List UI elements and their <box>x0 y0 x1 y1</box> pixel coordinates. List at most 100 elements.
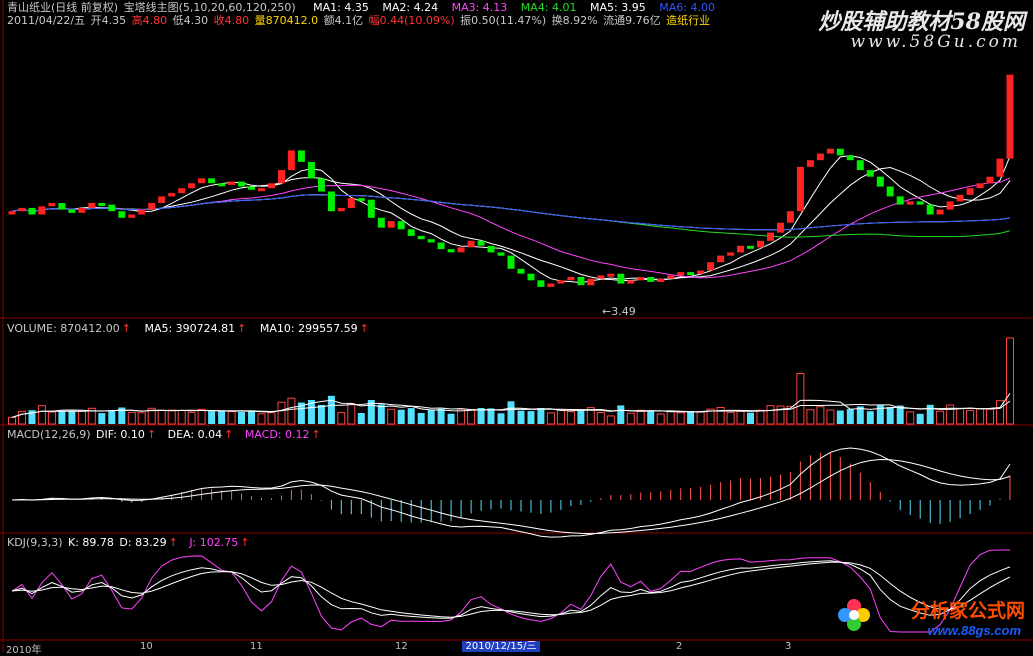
tower-bar <box>477 240 485 246</box>
volume-bar <box>137 412 146 425</box>
volume-bar <box>666 410 675 425</box>
volume-bar <box>747 412 754 424</box>
volume-bar <box>986 408 994 425</box>
tower-bar <box>926 204 934 215</box>
tower-bar <box>337 207 345 212</box>
cursor-date-box: 2010/12/15/三 <box>462 641 540 652</box>
volume-bar <box>836 410 844 424</box>
tower-bar <box>866 170 874 177</box>
tower-bar <box>826 148 834 154</box>
macd-value: MACD: 0.12 <box>244 428 310 441</box>
volume-bar <box>626 412 635 425</box>
volume-bar <box>347 403 356 425</box>
tower-bar <box>128 214 136 218</box>
info-industry: 造纸行业 <box>666 14 711 27</box>
tower-bar <box>278 170 285 184</box>
tower-bar <box>557 280 565 284</box>
tower-bar <box>497 252 505 256</box>
volume-bar <box>37 405 46 425</box>
volume-bar <box>546 412 555 425</box>
volume-bar <box>687 411 695 424</box>
tower-bar <box>108 204 116 212</box>
watermark-58gu-url: www.58Gu.com <box>850 32 1021 52</box>
volume-bar <box>208 411 216 424</box>
volume-bar <box>407 408 415 424</box>
volume-bar <box>8 416 16 425</box>
tower-bar <box>796 166 804 212</box>
tower-bar <box>238 181 245 187</box>
volume-bar <box>676 412 685 425</box>
kdj-name: KDJ(9,3,3) <box>7 536 63 549</box>
tower-bar <box>916 201 924 205</box>
tower-bar <box>667 275 675 279</box>
tower-bar <box>697 270 705 274</box>
x-axis-label: 2010年 <box>6 645 42 656</box>
volume-bar <box>736 410 745 425</box>
flower-logo-icon <box>838 599 870 631</box>
info-low: 低4.30 <box>172 14 209 27</box>
volume-bar <box>766 405 775 425</box>
volume-ma10: MA10: 299557.59 <box>259 322 358 335</box>
volume-bar <box>257 413 266 425</box>
volume-bar <box>1006 337 1014 425</box>
tower-bar <box>347 198 355 208</box>
info-line: 2011/04/22/五 开4.35 高4.80 低4.30 收4.80 量87… <box>7 14 712 27</box>
info-amount: 额4.1亿 <box>323 14 364 27</box>
ma4-label: MA4: 4.01 <box>520 1 577 14</box>
info-volume: 量870412.0 <box>254 14 319 27</box>
tower-bar <box>956 194 964 202</box>
volume-bar <box>806 409 815 425</box>
tower-bar <box>856 160 864 171</box>
tower-bar <box>138 209 146 215</box>
volume-bar <box>846 408 854 424</box>
volume-bar <box>716 407 725 425</box>
macd-header: MACD(12,26,9) DIF: 0.10 ↑ DEA: 0.04 ↑ MACD… <box>7 428 321 441</box>
volume-bar <box>277 401 286 425</box>
tower-bar <box>637 277 645 281</box>
volume-bar <box>218 411 226 424</box>
x-axis-label: 2 <box>676 641 683 652</box>
volume-bar <box>197 408 206 425</box>
volume-bar <box>596 412 605 425</box>
tower-bar <box>966 188 974 195</box>
tower-bar <box>757 240 764 248</box>
volume-bar <box>976 408 985 425</box>
macd-dea: DEA: 0.04 <box>167 428 223 441</box>
tower-bar <box>248 186 255 190</box>
tower-bar <box>946 201 954 210</box>
volume-bar <box>18 410 26 425</box>
volume-bar <box>227 411 236 425</box>
watermark-fxj-title: 分析家公式网 <box>910 601 1025 622</box>
tower-bar <box>417 235 425 240</box>
tower-bar <box>158 196 166 203</box>
watermark-fxj-url: www.88gs.com <box>927 623 1021 638</box>
info-date: 2011/04/22/五 <box>7 14 86 27</box>
info-float: 流通9.76亿 <box>603 14 661 27</box>
volume-bar <box>357 413 365 424</box>
volume-bar <box>636 409 645 425</box>
tower-bar <box>58 203 66 210</box>
volume-bar <box>507 401 515 424</box>
tower-bar <box>567 277 575 281</box>
tower-bar <box>976 183 984 189</box>
tower-bar <box>307 161 315 179</box>
kdj-k: K: 89.78 <box>68 536 114 549</box>
volume-bar <box>566 411 575 425</box>
tower-bar <box>377 217 385 228</box>
info-close: 收4.80 <box>213 14 250 27</box>
volume-bar <box>556 409 565 425</box>
x-axis-label: 3 <box>785 641 792 652</box>
tower-bar <box>906 201 914 205</box>
tower-bar <box>18 207 26 212</box>
volume-bar <box>956 408 965 425</box>
tower-bar <box>48 203 56 207</box>
tower-bar <box>168 193 176 197</box>
tower-bar <box>68 209 76 213</box>
tower-bar <box>198 178 206 184</box>
volume-bar <box>157 409 166 425</box>
kdj-d: D: 83.29 <box>119 536 167 549</box>
volume-bar <box>387 408 396 425</box>
tower-bar <box>846 155 854 161</box>
tower-bar <box>427 239 435 243</box>
tower-bar <box>1006 74 1014 159</box>
